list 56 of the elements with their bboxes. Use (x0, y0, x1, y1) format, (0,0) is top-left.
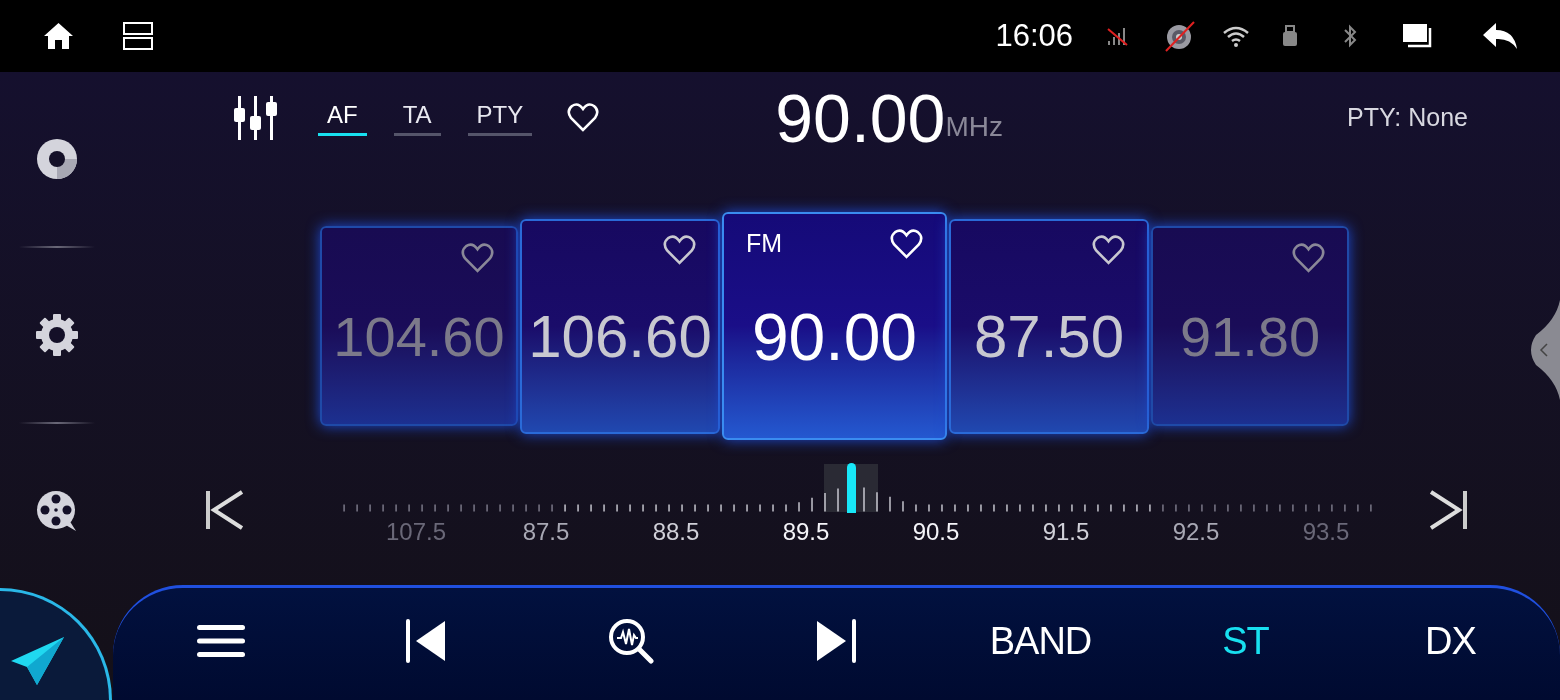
preset-card[interactable]: 91.80 (1151, 226, 1349, 426)
scale-label: 107.5 (385, 520, 447, 544)
scan-button[interactable] (607, 618, 654, 664)
toggle-button[interactable]: ST (1222, 612, 1269, 670)
tuning-needle[interactable] (847, 463, 857, 513)
preset-frequency: 106.60 (528, 307, 712, 372)
heart-icon[interactable] (1092, 235, 1125, 266)
seek-forward-icon[interactable] (1430, 490, 1468, 530)
preset-frequency: 87.50 (973, 307, 1125, 372)
heart-icon[interactable] (663, 235, 696, 266)
band-button[interactable]: BAND (989, 612, 1092, 670)
preset-card[interactable]: 106.60 (520, 218, 720, 434)
next-button[interactable] (814, 618, 857, 664)
preset-card[interactable]: 104.60 (320, 226, 518, 426)
split-screen-icon[interactable] (123, 22, 153, 50)
scale-label: 92.5 (1172, 520, 1220, 544)
toggle-tab[interactable]: AF (318, 100, 367, 136)
preset-frequency: 91.80 (1179, 309, 1321, 370)
equalizer-icon[interactable] (232, 94, 280, 142)
usb-lock-icon (1282, 25, 1298, 47)
scale-label: 90.5 (912, 520, 960, 544)
previous-icon (404, 618, 447, 664)
preset-frequency: 90.00 (751, 304, 918, 376)
scale-label: 87.5 (522, 520, 570, 544)
frequency-display: 90.00 (775, 84, 946, 152)
band-label: FM (746, 228, 783, 260)
clock-time: 16:06 (995, 16, 1073, 55)
scale-label: 89.5 (782, 520, 830, 544)
menu-button[interactable] (196, 623, 245, 659)
bluetooth-icon (1342, 24, 1358, 48)
gear-icon[interactable] (35, 314, 78, 356)
heart-icon[interactable] (890, 228, 923, 260)
windows-icon[interactable] (1402, 23, 1434, 49)
seek-back-icon[interactable] (205, 490, 243, 530)
scale-label: 93.5 (1302, 520, 1350, 544)
pty-label: PTY: None (1347, 102, 1468, 134)
film-reel-icon[interactable] (35, 490, 78, 532)
preset-card[interactable]: FM 90.00 (722, 212, 947, 440)
previous-button[interactable] (404, 618, 447, 664)
menu-icon (196, 623, 245, 659)
gps-off-icon (1164, 20, 1196, 52)
wifi-icon (1222, 25, 1250, 47)
scale-label: 88.5 (652, 520, 700, 544)
disc-icon[interactable] (35, 138, 78, 180)
home-icon[interactable] (43, 22, 74, 50)
toggle-tab[interactable]: TA (393, 100, 441, 136)
toggle-tab[interactable]: PTY (467, 100, 533, 136)
scan-icon (607, 618, 654, 664)
preset-frequency: 104.60 (333, 309, 505, 370)
next-icon (814, 618, 857, 664)
preset-card[interactable]: 87.50 (949, 218, 1149, 434)
frequency-unit: MHz (945, 110, 1003, 144)
back-icon[interactable] (1482, 22, 1518, 50)
toggle-button[interactable]: DX (1425, 612, 1476, 670)
no-signal-icon (1105, 25, 1129, 47)
scale-label: 91.5 (1042, 520, 1090, 544)
